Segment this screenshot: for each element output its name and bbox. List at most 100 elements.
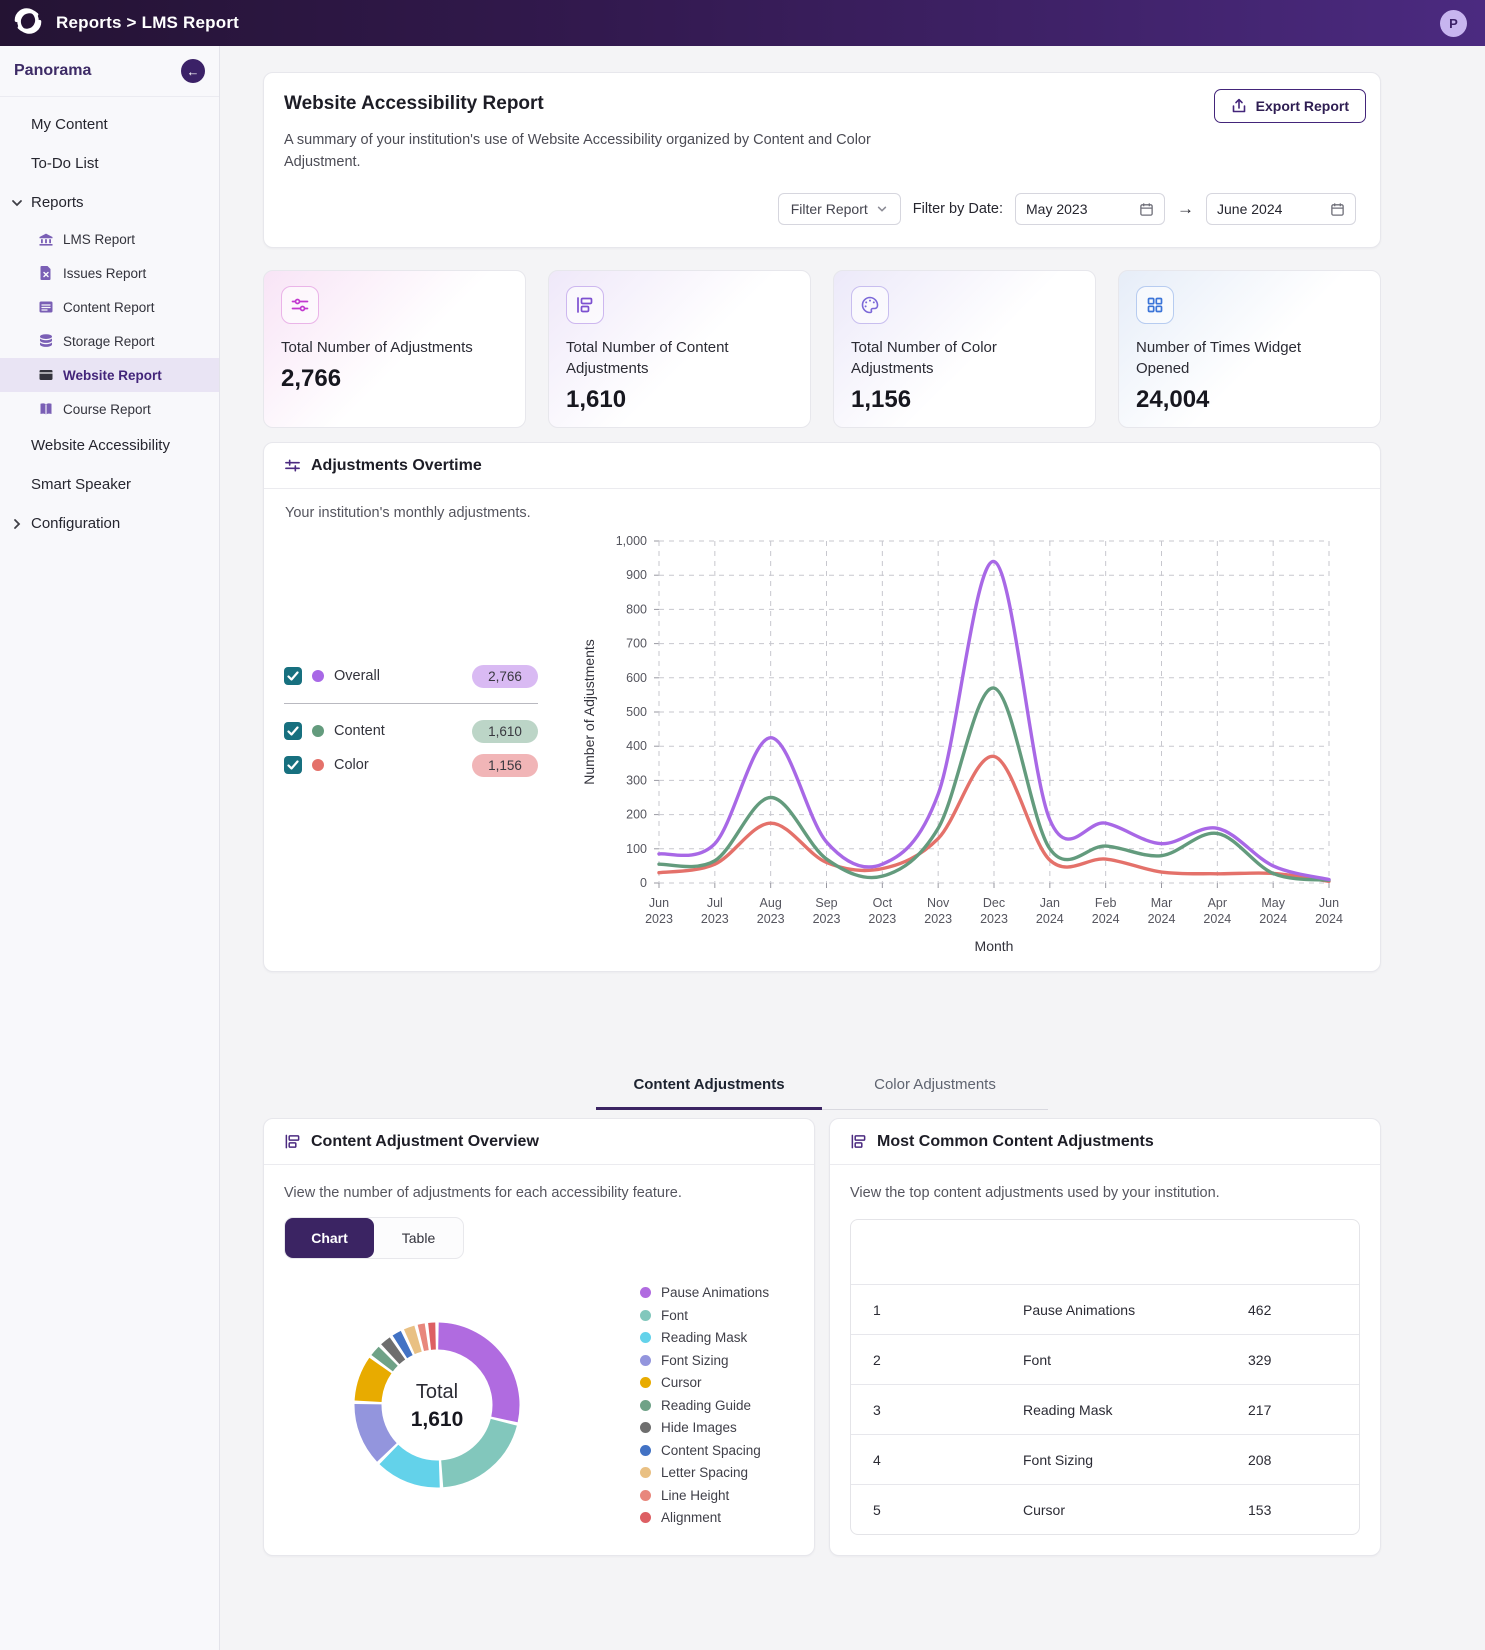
- stat-card-total-adjustments: Total Number of Adjustments 2,766: [263, 270, 526, 428]
- legend-dot-icon: [640, 1287, 651, 1298]
- calendar-icon: [1330, 202, 1345, 217]
- most-common-adjustments-card: Most Common Content Adjustments View the…: [829, 1118, 1381, 1556]
- svg-text:Dec: Dec: [983, 896, 1005, 910]
- sidebar-item-reports[interactable]: Reports: [0, 183, 219, 222]
- donut-legend-item: Line Height: [640, 1488, 769, 1503]
- grid-icon: [1136, 286, 1174, 324]
- stat-value: 1,156: [851, 386, 1078, 414]
- donut-segment: [390, 1348, 397, 1354]
- overall-checkbox[interactable]: [284, 667, 302, 685]
- svg-text:Jul: Jul: [707, 896, 723, 910]
- card-description: View the top content adjustments used by…: [830, 1165, 1380, 1201]
- legend-dot-icon: [640, 1422, 651, 1433]
- svg-text:2023: 2023: [980, 912, 1008, 926]
- svg-text:2024: 2024: [1036, 912, 1064, 926]
- donut-segment: [438, 1336, 506, 1419]
- stat-card-content-adjustments: Total Number of Content Adjustments 1,61…: [548, 270, 811, 428]
- svg-text:Jan: Jan: [1040, 896, 1060, 910]
- legend-dot-icon: [640, 1400, 651, 1411]
- book-icon: [38, 401, 54, 417]
- adjustments-table: 1Pause Animations462 2Font329 3Reading M…: [850, 1219, 1360, 1535]
- browser-icon: [38, 367, 54, 383]
- donut-legend-item: Content Spacing: [640, 1443, 769, 1458]
- svg-text:Jun: Jun: [649, 896, 669, 910]
- sidebar-item-content-report[interactable]: Content Report: [0, 290, 219, 324]
- document-lines-icon: [38, 299, 54, 315]
- donut-legend-item: Pause Animations: [640, 1285, 769, 1300]
- palette-icon: [851, 286, 889, 324]
- toggle-chart-button[interactable]: Chart: [285, 1218, 374, 1258]
- svg-text:2024: 2024: [1148, 912, 1176, 926]
- sidebar-item-website-report[interactable]: Website Report: [0, 358, 219, 392]
- legend-dot-icon: [640, 1445, 651, 1456]
- color-checkbox[interactable]: [284, 756, 302, 774]
- donut-segment: [368, 1404, 387, 1452]
- sidebar-item-configuration[interactable]: Configuration: [0, 504, 219, 543]
- chart-table-toggle: Chart Table: [284, 1217, 464, 1259]
- svg-text:Mar: Mar: [1151, 896, 1173, 910]
- svg-text:0: 0: [640, 876, 647, 890]
- svg-text:May: May: [1261, 896, 1285, 910]
- legend-label: Reading Guide: [661, 1398, 751, 1413]
- layout-rows-icon: [284, 1133, 301, 1150]
- svg-text:Aug: Aug: [760, 896, 782, 910]
- export-icon: [1231, 98, 1247, 114]
- svg-text:Feb: Feb: [1095, 896, 1117, 910]
- sidebar-item-course-report[interactable]: Course Report: [0, 392, 219, 426]
- sidebar-item-lms-report[interactable]: LMS Report: [0, 222, 219, 256]
- file-x-icon: [38, 265, 54, 281]
- filter-report-dropdown[interactable]: Filter Report: [778, 193, 901, 225]
- sidebar-item-storage-report[interactable]: Storage Report: [0, 324, 219, 358]
- donut-legend-item: Reading Guide: [640, 1398, 769, 1413]
- legend-dot-icon: [640, 1310, 651, 1321]
- tab-color-adjustments[interactable]: Color Adjustments: [822, 1064, 1048, 1110]
- user-avatar[interactable]: P: [1440, 10, 1467, 37]
- toggle-table-button[interactable]: Table: [374, 1218, 463, 1258]
- section-title: Content Adjustment Overview: [311, 1133, 539, 1151]
- stat-cards-row: Total Number of Adjustments 2,766 Total …: [263, 270, 1381, 428]
- adjustments-overtime-card: Adjustments Overtime Your institution's …: [263, 442, 1381, 972]
- sidebar-item-issues-report[interactable]: Issues Report: [0, 256, 219, 290]
- app-logo-icon: [12, 5, 44, 42]
- svg-text:2023: 2023: [868, 912, 896, 926]
- svg-text:200: 200: [626, 808, 647, 822]
- donut-segment: [421, 1337, 427, 1338]
- bank-icon: [38, 231, 54, 247]
- stat-value: 2,766: [281, 365, 508, 393]
- donut-legend-item: Cursor: [640, 1375, 769, 1390]
- report-header-card: Website Accessibility Report A summary o…: [263, 72, 1381, 248]
- donut-legend-item: Letter Spacing: [640, 1465, 769, 1480]
- svg-text:Jun: Jun: [1319, 896, 1339, 910]
- sidebar-item-todo-list[interactable]: To-Do List: [0, 144, 219, 183]
- donut-segment: [409, 1339, 418, 1342]
- sidebar-item-my-content[interactable]: My Content: [0, 105, 219, 144]
- svg-text:100: 100: [626, 842, 647, 856]
- color-dot-icon: [312, 759, 324, 771]
- legend-label: Cursor: [661, 1375, 702, 1390]
- svg-text:2024: 2024: [1315, 912, 1343, 926]
- date-to-input[interactable]: June 2024: [1206, 193, 1356, 225]
- svg-text:900: 900: [626, 568, 647, 582]
- layout-rows-icon: [566, 286, 604, 324]
- topbar: Reports > LMS Report P: [0, 0, 1485, 46]
- legend-dot-icon: [640, 1490, 651, 1501]
- legend-label: Reading Mask: [661, 1330, 747, 1345]
- legend-label: Letter Spacing: [661, 1465, 748, 1480]
- adjustment-tabs: Content Adjustments Color Adjustments: [596, 1064, 1048, 1110]
- tab-content-adjustments[interactable]: Content Adjustments: [596, 1064, 822, 1110]
- legend-label: Font Sizing: [661, 1353, 729, 1368]
- svg-text:2023: 2023: [924, 912, 952, 926]
- export-report-button[interactable]: Export Report: [1214, 89, 1366, 123]
- chart-subtitle: Your institution's monthly adjustments.: [264, 489, 1380, 521]
- svg-text:2023: 2023: [701, 912, 729, 926]
- content-checkbox[interactable]: [284, 722, 302, 740]
- svg-text:2023: 2023: [645, 912, 673, 926]
- legend-dot-icon: [640, 1332, 651, 1343]
- date-from-input[interactable]: May 2023: [1015, 193, 1165, 225]
- sidebar-collapse-button[interactable]: ←: [181, 59, 205, 83]
- donut-legend: Pause AnimationsFontReading MaskFont Siz…: [640, 1285, 769, 1525]
- sidebar-item-website-accessibility[interactable]: Website Accessibility: [0, 426, 219, 465]
- layout-rows-icon: [850, 1133, 867, 1150]
- donut-total-label: Total: [416, 1381, 458, 1403]
- sidebar-item-smart-speaker[interactable]: Smart Speaker: [0, 465, 219, 504]
